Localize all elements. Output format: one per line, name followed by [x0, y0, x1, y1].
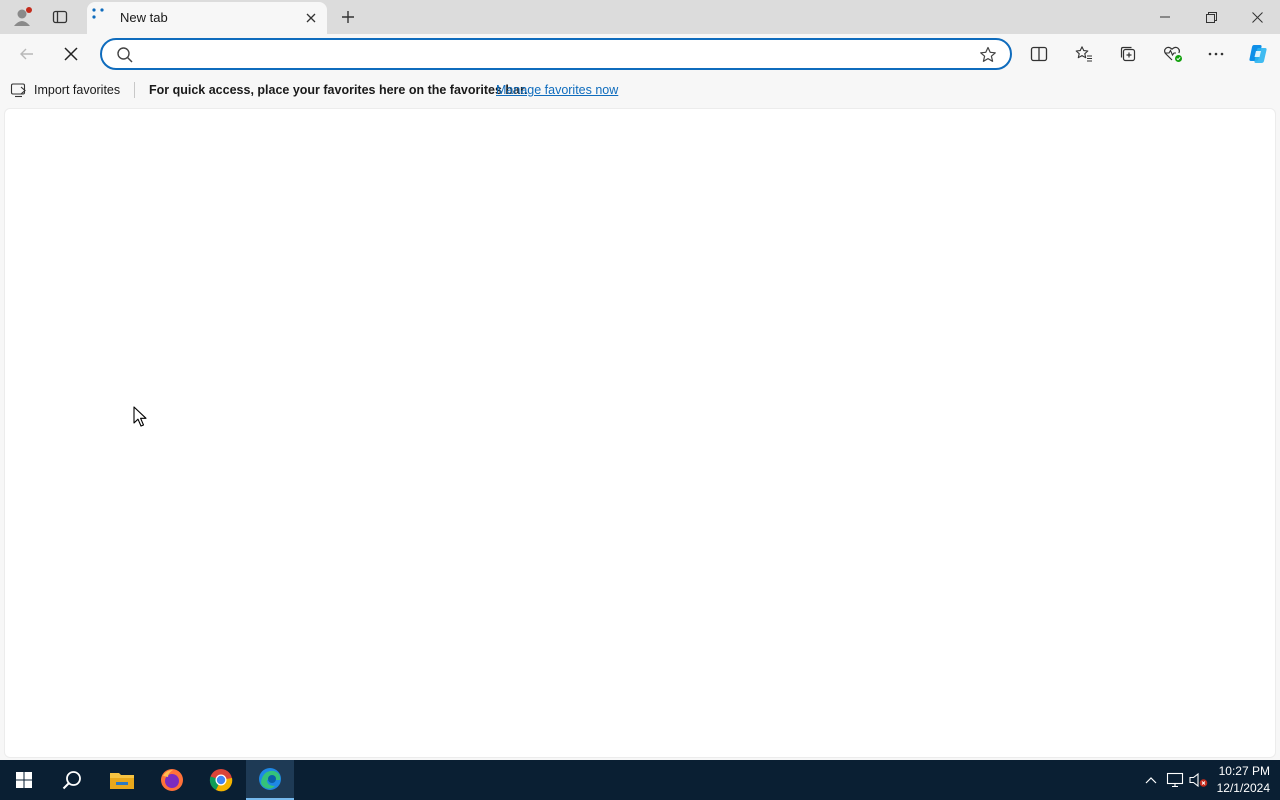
loading-dots-icon — [92, 8, 104, 19]
favorites-bar: Import favorites For quick access, place… — [0, 74, 1280, 106]
chevron-up-icon — [1145, 777, 1157, 784]
volume-button[interactable] — [1189, 770, 1209, 790]
favorites-icon — [1075, 46, 1092, 62]
close-window-button[interactable] — [1234, 0, 1280, 34]
folder-icon — [110, 773, 134, 789]
import-favorites-label: Import favorites — [34, 83, 121, 97]
close-icon — [64, 47, 78, 61]
heart-pulse-icon — [1164, 46, 1182, 62]
minimize-button[interactable] — [1142, 0, 1188, 34]
clock-time: 10:27 PM — [1218, 764, 1270, 778]
taskbar-clock[interactable]: 10:27 PM 12/1/2024 — [1210, 763, 1270, 797]
close-icon — [306, 13, 316, 23]
tab-close-button[interactable] — [301, 8, 321, 28]
restore-icon — [1205, 11, 1217, 23]
search-icon — [117, 47, 133, 63]
arrow-left-icon — [20, 48, 33, 60]
profile-icon — [14, 7, 32, 26]
plus-icon — [342, 11, 354, 23]
split-screen-icon — [1030, 46, 1048, 62]
profile-button[interactable] — [8, 3, 36, 31]
tab-title: New tab — [120, 10, 168, 25]
tab-actions-icon — [52, 10, 68, 24]
chrome-icon — [209, 769, 233, 792]
add-favorite-button[interactable] — [978, 45, 998, 65]
collections-button[interactable] — [1113, 39, 1143, 69]
favorites-divider — [134, 82, 135, 98]
back-button[interactable] — [12, 39, 42, 69]
edge-icon — [259, 768, 281, 790]
page-content — [4, 108, 1276, 758]
stop-loading-button[interactable] — [56, 39, 86, 69]
network-icon — [1166, 772, 1184, 788]
split-screen-button[interactable] — [1024, 39, 1054, 69]
windows-icon — [16, 772, 32, 788]
taskbar-firefox[interactable] — [148, 760, 196, 800]
title-bar: New tab — [0, 0, 1280, 34]
minimize-icon — [1160, 16, 1170, 18]
star-icon — [980, 46, 996, 62]
import-favorites-button[interactable]: Import favorites — [10, 81, 120, 99]
show-hidden-icons-button[interactable] — [1141, 770, 1161, 790]
copilot-icon — [1249, 45, 1267, 63]
taskbar-file-explorer[interactable] — [98, 760, 146, 800]
copilot-button[interactable] — [1243, 39, 1273, 69]
start-button[interactable] — [0, 760, 48, 800]
taskbar: 10:27 PM 12/1/2024 — [0, 760, 1280, 800]
restore-button[interactable] — [1188, 0, 1234, 34]
search-icon — [62, 771, 81, 790]
volume-muted-icon — [1189, 772, 1208, 788]
network-status-button[interactable] — [1165, 770, 1185, 790]
taskbar-search-button[interactable] — [48, 760, 96, 800]
settings-and-more-button[interactable] — [1201, 39, 1231, 69]
new-tab-button[interactable] — [334, 3, 362, 31]
clock-date: 12/1/2024 — [1216, 781, 1270, 795]
address-bar[interactable] — [100, 38, 1012, 70]
navigation-toolbar — [0, 34, 1280, 74]
collections-icon — [1120, 46, 1136, 62]
import-icon — [10, 83, 26, 98]
tab-actions-button[interactable] — [46, 3, 74, 31]
tab-new-tab[interactable]: New tab — [87, 2, 327, 34]
close-icon — [1251, 11, 1263, 23]
browser-essentials-button[interactable] — [1158, 39, 1188, 69]
favorites-button[interactable] — [1069, 39, 1099, 69]
more-icon — [1208, 52, 1224, 56]
taskbar-chrome[interactable] — [197, 760, 245, 800]
address-input[interactable] — [142, 44, 962, 64]
manage-favorites-link[interactable]: Manage favorites now — [496, 83, 618, 97]
favorites-bar-message: For quick access, place your favorites h… — [149, 83, 528, 97]
mouse-pointer-icon — [133, 406, 147, 427]
taskbar-edge[interactable] — [246, 760, 294, 800]
firefox-icon — [161, 769, 183, 791]
